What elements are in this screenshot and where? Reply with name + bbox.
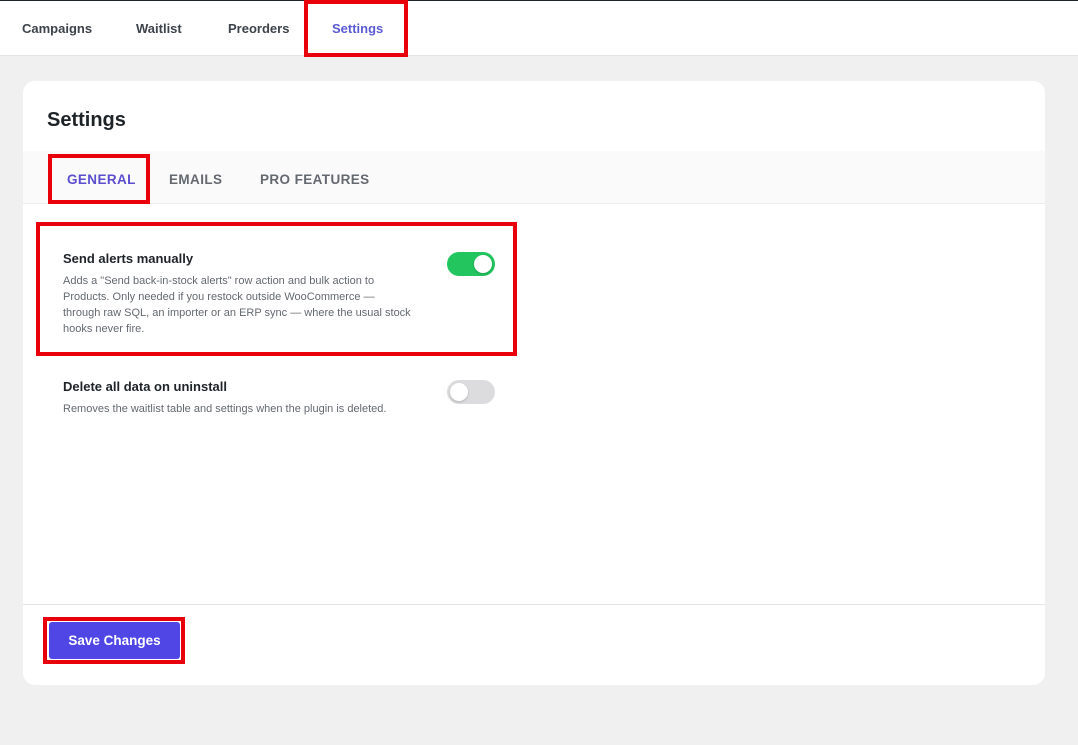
delete-data-on-uninstall-toggle[interactable] (447, 380, 495, 404)
toggle-knob (450, 383, 468, 401)
nav-waitlist[interactable]: Waitlist (136, 1, 182, 56)
toggle-knob (474, 255, 492, 273)
nav-campaigns[interactable]: Campaigns (22, 1, 92, 56)
send-alerts-manually-toggle[interactable] (447, 252, 495, 276)
delete-data-on-uninstall-description: Removes the waitlist table and settings … (63, 403, 387, 415)
send-alerts-manually-description: Adds a "Send back-in-stock alerts" row a… (63, 275, 411, 335)
nav-preorders[interactable]: Preorders (228, 1, 289, 56)
page-title: Settings (47, 109, 126, 131)
tab-general[interactable]: GENERAL (67, 151, 136, 204)
settings-tabs: GENERAL EMAILS PRO FEATURES (23, 151, 1045, 204)
top-navigation: Campaigns Waitlist Preorders Settings (0, 0, 1078, 56)
save-changes-button[interactable]: Save Changes (49, 622, 180, 659)
settings-card: Settings GENERAL EMAILS PRO FEATURES Sen… (23, 81, 1045, 685)
delete-data-on-uninstall-title: Delete all data on uninstall (63, 379, 227, 394)
tab-emails[interactable]: EMAILS (169, 151, 222, 204)
footer-divider (23, 604, 1045, 605)
tab-pro-features[interactable]: PRO FEATURES (260, 151, 370, 204)
nav-settings[interactable]: Settings (332, 1, 383, 56)
send-alerts-manually-title: Send alerts manually (63, 251, 194, 266)
